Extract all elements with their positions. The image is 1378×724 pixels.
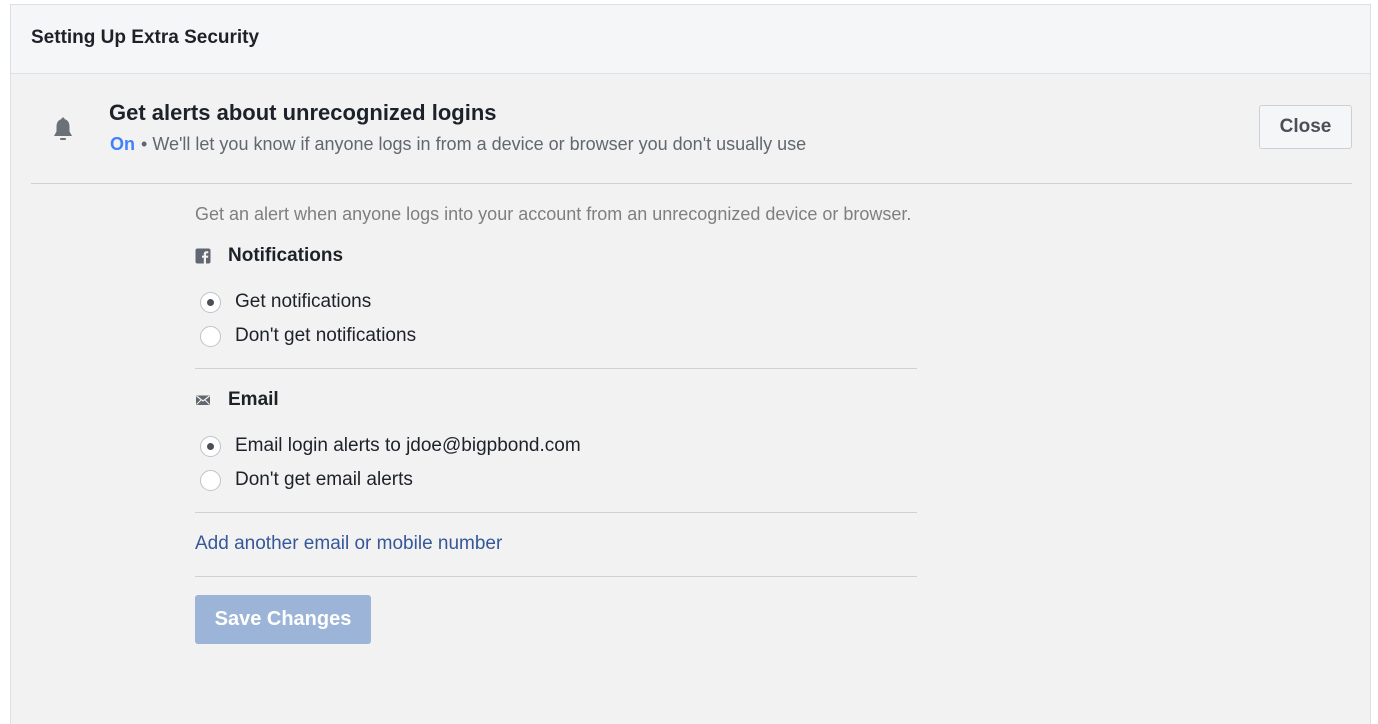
radio-label: Email login alerts to jdoe@bigpbond.com <box>235 435 581 456</box>
radio-dont-get-notifications[interactable]: Don't get notifications <box>195 319 917 353</box>
notifications-radio-group: Get notifications Don't get notification… <box>195 285 917 353</box>
section-divider <box>195 368 917 369</box>
close-button[interactable]: Close <box>1259 105 1352 149</box>
notifications-heading-label: Notifications <box>228 245 344 266</box>
bell-icon <box>54 117 72 140</box>
add-contact-link[interactable]: Add another email or mobile number <box>195 533 917 555</box>
facebook-icon <box>195 248 211 264</box>
separator-dot: • <box>141 134 148 154</box>
radio-button[interactable] <box>200 469 221 491</box>
radio-get-notifications[interactable]: Get notifications <box>195 285 917 319</box>
radio-button-selected[interactable] <box>200 435 221 457</box>
alert-setting-description: We'll let you know if anyone logs in fro… <box>152 134 807 154</box>
email-radio-group: Email login alerts to jdoe@bigpbond.com … <box>195 429 917 497</box>
unrecognized-login-alert-row: Get alerts about unrecognized logins On •… <box>31 74 1352 184</box>
alert-setting-title: Get alerts about unrecognized logins <box>109 100 497 125</box>
radio-label: Get notifications <box>235 291 372 312</box>
alert-setting-subtitle: On • We'll let you know if anyone logs in … <box>110 134 806 155</box>
notifications-heading: Notifications <box>195 245 917 267</box>
security-settings-window: Setting Up Extra Security Get alerts abo… <box>10 4 1371 724</box>
radio-label: Don't get notifications <box>235 325 417 346</box>
alert-settings-form: Get an alert when anyone logs into your … <box>195 201 917 644</box>
radio-dont-get-email-alerts[interactable]: Don't get email alerts <box>195 463 917 497</box>
status-on-label: On <box>110 134 135 154</box>
section-divider <box>195 512 917 513</box>
radio-button-selected[interactable] <box>200 291 221 313</box>
email-heading: Email <box>195 389 917 411</box>
panel-title: Setting Up Extra Security <box>31 26 260 48</box>
radio-label: Don't get email alerts <box>235 469 413 490</box>
radio-button[interactable] <box>200 325 221 347</box>
envelope-icon <box>196 395 210 405</box>
section-divider <box>195 576 917 577</box>
intro-text: Get an alert when anyone logs into your … <box>195 204 912 224</box>
save-changes-button[interactable]: Save Changes <box>195 595 371 644</box>
panel-header: Setting Up Extra Security <box>11 5 1370 74</box>
email-heading-label: Email <box>228 389 279 410</box>
radio-email-login-alerts[interactable]: Email login alerts to jdoe@bigpbond.com <box>195 429 917 463</box>
